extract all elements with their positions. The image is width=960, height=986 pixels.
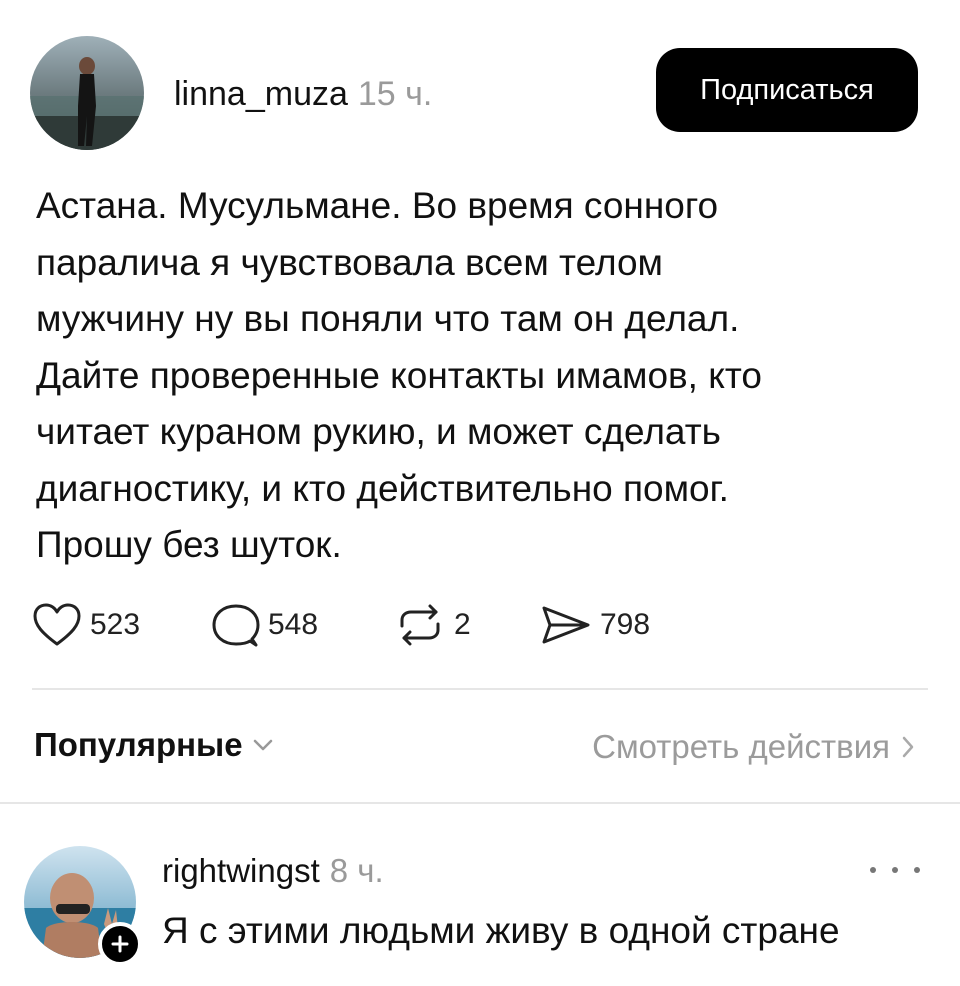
shares-count: 798 bbox=[600, 608, 651, 641]
post-time: 15 ч. bbox=[357, 75, 433, 113]
comments-count: 548 bbox=[268, 608, 319, 641]
comment-text: Я с этими людьми живу в одной стране bbox=[162, 910, 840, 951]
view-activity-link[interactable]: Смотреть действия bbox=[592, 728, 914, 766]
post-author-avatar[interactable] bbox=[30, 36, 144, 150]
follow-button[interactable]: Подписаться bbox=[656, 48, 918, 132]
avatar-photo bbox=[30, 36, 144, 150]
comment-time: 8 ч. bbox=[329, 852, 384, 889]
post-text-line: Астана. Мусульмане. Во время сонного bbox=[36, 185, 719, 226]
more-dots-icon[interactable] bbox=[870, 860, 920, 880]
post-text-line: диагностику, и кто действительно помог. bbox=[36, 467, 729, 509]
post-username[interactable]: linna_muza bbox=[174, 75, 348, 113]
post-text-line: мужчину ну вы поняли что там он делал. bbox=[36, 298, 740, 339]
share-button[interactable]: 798 bbox=[540, 600, 650, 650]
sort-label: Популярные bbox=[34, 726, 243, 763]
divider bbox=[0, 802, 960, 804]
view-activity-label: Смотреть действия bbox=[592, 728, 890, 765]
divider bbox=[32, 688, 928, 690]
plus-icon bbox=[111, 935, 129, 953]
comment-username[interactable]: rightwingst bbox=[162, 852, 320, 889]
like-button[interactable]: 523 bbox=[32, 600, 140, 650]
comment-header: rightwingst 8 ч. bbox=[162, 852, 384, 890]
post-header: linna_muza 15 ч. bbox=[174, 74, 432, 114]
post-text-line: читает кураном рукию, и может сделать bbox=[36, 411, 721, 452]
chevron-down-icon bbox=[253, 739, 272, 751]
post-body: Астана. Мусульмане. Во время сонного пар… bbox=[36, 178, 936, 574]
reposts-count: 2 bbox=[454, 608, 471, 641]
chevron-right-icon bbox=[902, 736, 914, 758]
heart-icon bbox=[33, 603, 81, 646]
post-text-line: Прошу без шуток. bbox=[36, 524, 342, 565]
comment-button[interactable]: 548 bbox=[212, 600, 318, 650]
repost-icon bbox=[400, 604, 440, 646]
speech-bubble-icon bbox=[212, 604, 260, 647]
likes-count: 523 bbox=[90, 608, 141, 641]
follow-comment-author-button[interactable] bbox=[98, 922, 142, 966]
repost-button[interactable]: 2 bbox=[394, 600, 471, 650]
post-text-line: Дайте проверенные контакты имамов, кто bbox=[36, 354, 762, 396]
sort-dropdown[interactable]: Популярные bbox=[34, 726, 273, 764]
send-icon bbox=[542, 606, 590, 644]
post-text-line: паралича я чувствовала всем телом bbox=[36, 241, 663, 283]
